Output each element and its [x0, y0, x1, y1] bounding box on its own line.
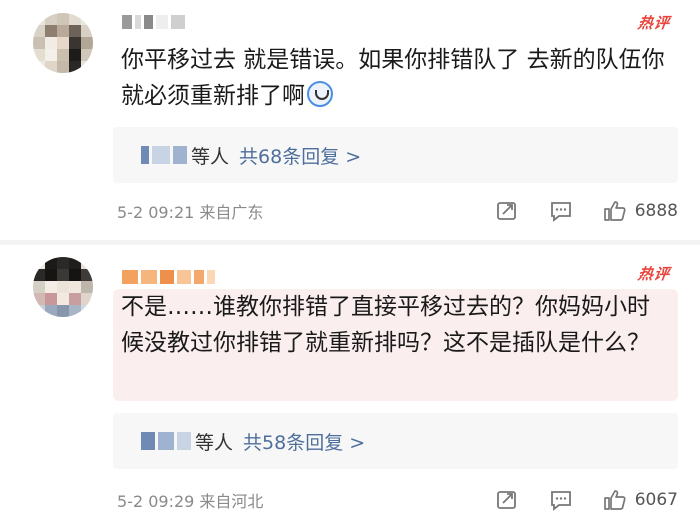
share-icon[interactable] [495, 489, 519, 511]
emoji-icon [307, 81, 333, 107]
avatar[interactable] [33, 257, 93, 317]
reply-count-link[interactable]: 共68条回复 > [239, 142, 361, 169]
username-blurred[interactable] [122, 267, 215, 287]
reply-summary[interactable]: 等人 共68条回复 > [113, 127, 678, 183]
like-count: 6067 [634, 490, 678, 510]
comment-footer: 5-2 09:29 来自河北 6067 [117, 485, 678, 515]
username-blurred[interactable] [122, 12, 185, 32]
like-button[interactable]: 6888 [603, 200, 678, 222]
like-button[interactable]: 6067 [603, 489, 678, 511]
like-icon [603, 200, 627, 222]
reply-count-link[interactable]: 共58条回复 > [243, 428, 365, 455]
reply-usernames-blurred [141, 146, 187, 164]
comment-text: 你平移过去 就是错误。如果你排错队了 去新的队伍你就必须重新排了啊 [113, 42, 678, 120]
hot-comment-badge: 热评 [636, 265, 672, 283]
comment-text: 不是……谁教你排错了直接平移过去的？你妈妈小时候没教过你排错了就重新排吗？这不是… [113, 289, 678, 401]
comment-footer: 5-2 09:21 来自广东 6888 [117, 196, 678, 226]
avatar[interactable] [33, 13, 93, 73]
reply-label: 等人 [191, 145, 230, 168]
share-icon[interactable] [495, 200, 519, 222]
comment-meta: 5-2 09:29 来自河北 [117, 492, 264, 511]
comment-icon[interactable] [549, 200, 573, 222]
reply-usernames-blurred [141, 432, 191, 450]
reply-label: 等人 [195, 431, 234, 454]
comment-2: 热评 不是……谁教你排错了直接平移过去的？你妈妈小时候没教过你排错了就重新排吗？… [0, 245, 700, 530]
hot-comment-badge: 热评 [636, 14, 672, 32]
comment-icon[interactable] [549, 489, 573, 511]
comment-text-content: 你平移过去 就是错误。如果你排错队了 去新的队伍你就必须重新排了啊 [121, 47, 665, 109]
comment-meta: 5-2 09:21 来自广东 [117, 203, 264, 222]
like-icon [603, 489, 627, 511]
comment-1: 热评 你平移过去 就是错误。如果你排错队了 去新的队伍你就必须重新排了啊 等人 … [0, 0, 700, 240]
like-count: 6888 [634, 201, 678, 221]
reply-summary[interactable]: 等人 共58条回复 > [113, 413, 678, 469]
